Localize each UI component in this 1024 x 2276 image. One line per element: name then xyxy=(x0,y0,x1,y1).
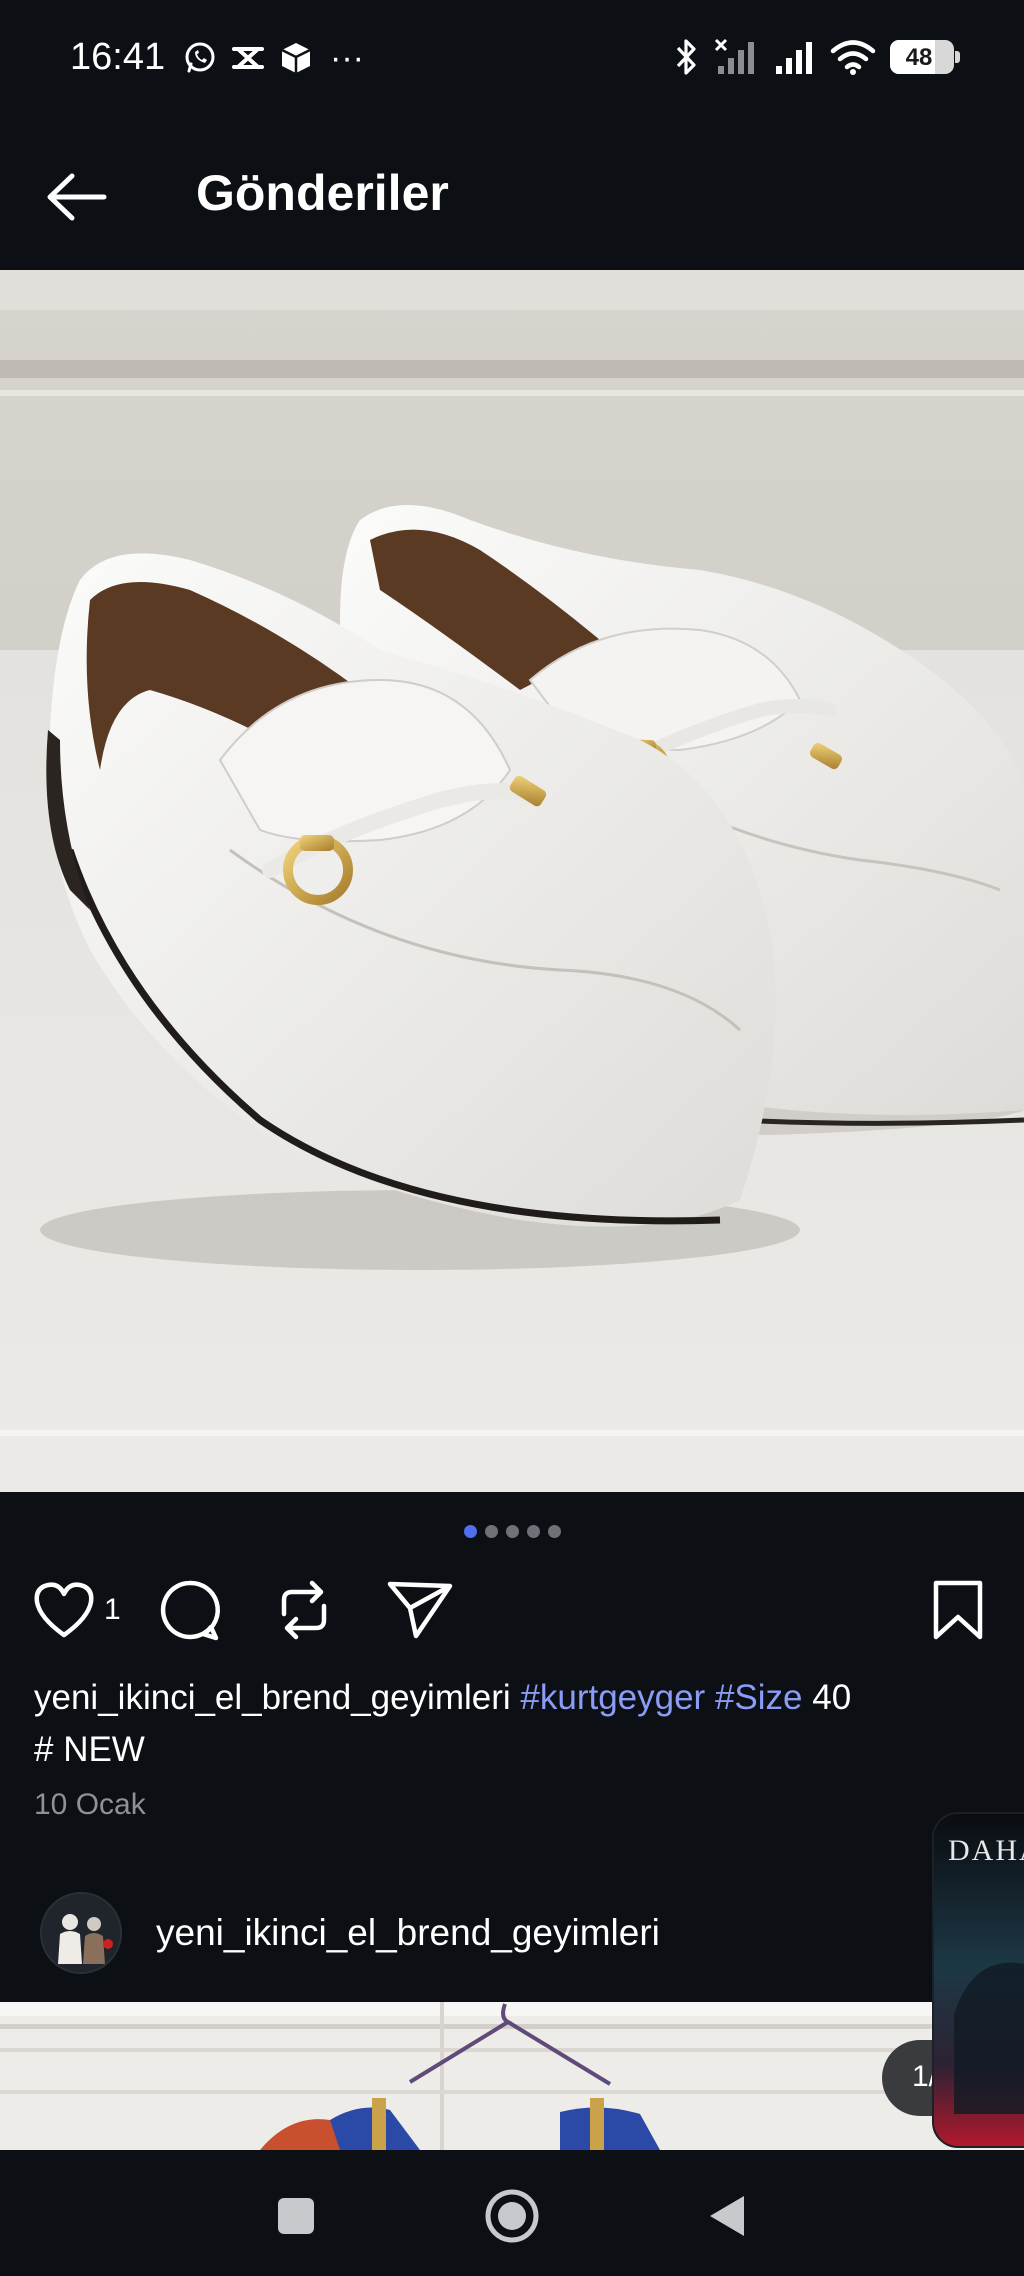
hanger-photo xyxy=(0,2002,1024,2150)
carousel-dot-2 xyxy=(484,1525,498,1538)
next-post-header: yeni_ikinci_el_brend_geyimleri xyxy=(0,1880,930,1990)
battery-tip xyxy=(955,51,960,63)
ad-text: DAHA xyxy=(948,1834,1024,1867)
caption-size-value: 40 xyxy=(812,1678,852,1717)
post-actions: 1 xyxy=(0,1572,1024,1648)
floating-ad-card[interactable]: DAHA xyxy=(932,1812,1024,2148)
back-button[interactable] xyxy=(36,162,116,232)
repost-button[interactable] xyxy=(274,1572,334,1648)
shoe-photo xyxy=(0,270,1024,1492)
carousel-dot-1 xyxy=(463,1525,477,1538)
share-button[interactable] xyxy=(386,1572,454,1648)
whatsapp-icon xyxy=(185,42,215,73)
signal-icon xyxy=(776,42,812,74)
status-bar: 16:41 ··· 48 xyxy=(0,0,1024,120)
screen: 16:41 ··· 48 Gönderiler 1 yeni_ikinci_el… xyxy=(0,0,1024,2276)
hashtag-size[interactable]: #Size xyxy=(715,1678,803,1717)
post-image[interactable] xyxy=(0,270,1024,1492)
carousel-dot-4 xyxy=(526,1525,540,1538)
like-count: 1 xyxy=(104,1593,121,1626)
caption-line-2: # NEW xyxy=(34,1730,145,1769)
save-button[interactable] xyxy=(930,1572,986,1648)
square-icon xyxy=(278,2198,314,2234)
send-icon xyxy=(387,1581,453,1639)
recent-apps-button[interactable] xyxy=(256,2176,336,2256)
package-icon xyxy=(281,43,311,73)
post-caption: yeni_ikinci_el_brend_geyimleri #kurtgeyg… xyxy=(34,1672,994,1776)
battery-icon: 48 xyxy=(890,40,960,74)
triangle-back-icon xyxy=(710,2196,744,2236)
comment-button[interactable] xyxy=(156,1572,222,1648)
status-left-icons: ··· xyxy=(182,40,364,76)
bluetooth-icon xyxy=(676,39,696,75)
next-post-image[interactable] xyxy=(0,2002,1024,2150)
battery-percent: 48 xyxy=(905,44,933,71)
carousel-dot-3 xyxy=(505,1525,519,1538)
post-date: 10 Ocak xyxy=(34,1788,146,1821)
repost-icon xyxy=(281,1580,327,1640)
carousel-dots xyxy=(0,1525,1024,1538)
home-circle-icon xyxy=(485,2189,539,2243)
signal-no-service-icon xyxy=(714,38,754,74)
bookmark-icon xyxy=(933,1580,983,1640)
wifi-icon xyxy=(830,40,876,75)
app-header: Gönderiler xyxy=(0,120,1024,270)
status-more: ··· xyxy=(330,39,364,77)
hashtag-kurtgeyger[interactable]: #kurtgeyger xyxy=(520,1678,705,1717)
arrow-left-icon xyxy=(47,173,107,221)
mannequin-avatar-image xyxy=(42,1894,120,1972)
page-title: Gönderiler xyxy=(196,165,449,221)
caption-username[interactable]: yeni_ikinci_el_brend_geyimleri xyxy=(34,1678,511,1717)
carousel-dot-5 xyxy=(547,1525,561,1538)
status-right-icons: 48 xyxy=(674,38,960,76)
next-post-username[interactable]: yeni_ikinci_el_brend_geyimleri xyxy=(156,1912,660,1954)
avatar[interactable] xyxy=(40,1892,122,1974)
status-time: 16:41 xyxy=(70,36,166,78)
app-notification-icon xyxy=(232,47,264,69)
system-nav-bar xyxy=(0,2150,1024,2276)
home-button[interactable] xyxy=(472,2176,552,2256)
comment-icon xyxy=(160,1580,220,1641)
heart-icon xyxy=(34,1582,94,1638)
back-nav-button[interactable] xyxy=(686,2176,766,2256)
like-button[interactable]: 1 xyxy=(32,1572,121,1648)
